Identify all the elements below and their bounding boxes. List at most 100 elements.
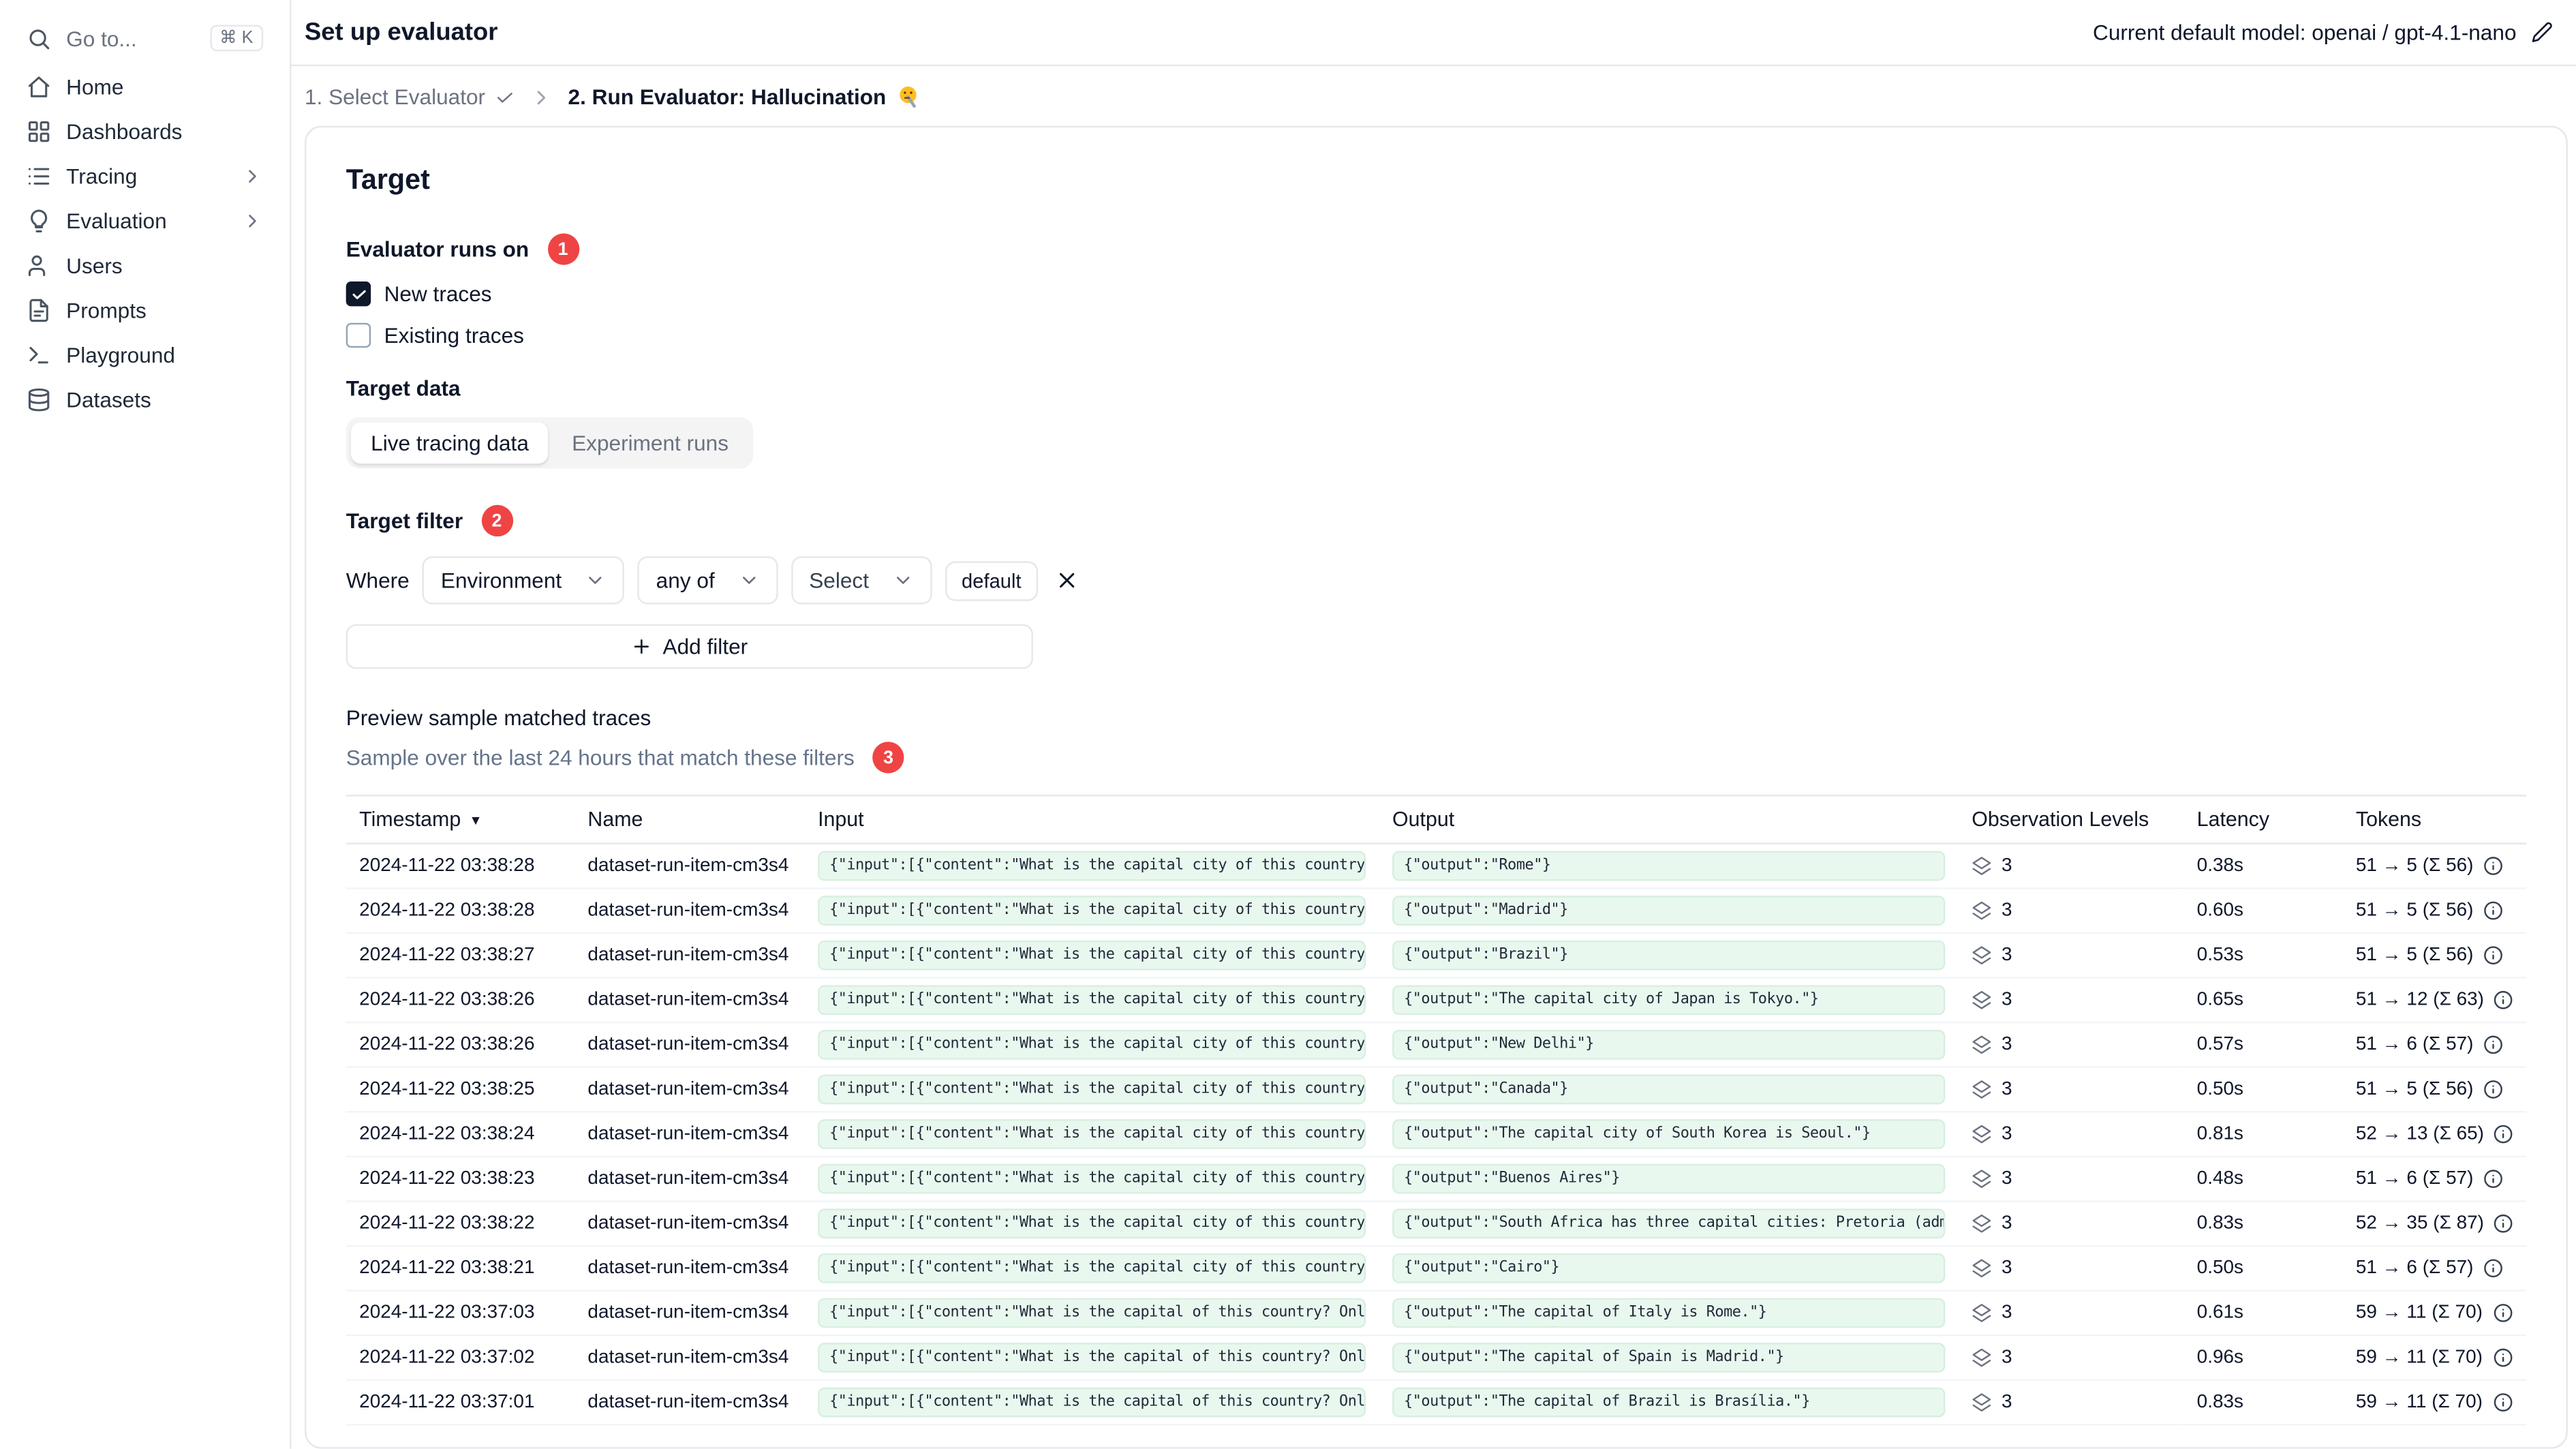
info-icon[interactable] — [2493, 1303, 2513, 1323]
info-icon[interactable] — [2483, 1035, 2503, 1054]
input-cell: {"input":[{"content":"What is the capita… — [818, 851, 1366, 881]
evaluation-icon — [27, 209, 51, 233]
info-icon[interactable] — [2494, 1124, 2514, 1144]
observation-levels-cell: 3 — [1972, 1124, 2171, 1144]
edit-model-icon[interactable] — [2531, 22, 2553, 44]
sidebar-item-evaluation[interactable]: Evaluation — [16, 199, 273, 244]
info-icon[interactable] — [2493, 1347, 2513, 1367]
step-run-evaluator: 2. Run Evaluator: Hallucination — [568, 85, 921, 109]
info-icon[interactable] — [2493, 1392, 2513, 1412]
prompts-icon — [27, 298, 51, 322]
observation-levels-cell: 3 — [1972, 901, 2171, 921]
tab-live-tracing-data[interactable]: Live tracing data — [351, 422, 549, 464]
table-row[interactable]: 2024-11-22 03:38:25 dataset-run-item-cm3s… — [346, 1067, 2527, 1113]
input-cell: {"input":[{"content":"What is the capita… — [818, 1253, 1366, 1283]
name-cell: dataset-run-item-cm3s4 — [574, 1290, 805, 1337]
target-data-label: Target data — [346, 376, 461, 401]
observation-levels-cell: 3 — [1972, 945, 2171, 965]
latency-cell: 0.83s — [2183, 1201, 2343, 1247]
page-title: Set up evaluator — [304, 18, 498, 47]
where-label: Where — [346, 568, 410, 593]
observation-levels-cell: 3 — [1972, 1080, 2171, 1099]
info-icon[interactable] — [2494, 990, 2514, 1010]
levels-icon — [1972, 1258, 1991, 1278]
column-header-input: Input — [804, 796, 1379, 844]
sidebar-item-tracing[interactable]: Tracing — [16, 154, 273, 199]
name-cell: dataset-run-item-cm3s4 — [574, 1335, 805, 1382]
sidebar-item-playground[interactable]: Playground — [16, 333, 273, 378]
sidebar-item-dashboards[interactable]: Dashboards — [16, 109, 273, 154]
info-icon[interactable] — [2483, 945, 2503, 965]
table-row[interactable]: 2024-11-22 03:38:28 dataset-run-item-cm3s… — [346, 888, 2527, 934]
observation-levels-cell: 3 — [1972, 1258, 2171, 1278]
table-row[interactable]: 2024-11-22 03:38:26 dataset-run-item-cm3s… — [346, 977, 2527, 1024]
latency-cell: 0.81s — [2183, 1112, 2343, 1158]
table-row[interactable]: 2024-11-22 03:37:01 dataset-run-item-cm3s… — [346, 1379, 2527, 1426]
remove-filter-icon[interactable] — [1054, 568, 1079, 592]
unchecked-checkbox-icon — [346, 322, 371, 348]
info-icon[interactable] — [2483, 1258, 2503, 1278]
traces-table: Timestamp ▼ Name Input Output Observation Lev… — [346, 796, 2527, 1426]
observation-levels-cell: 3 — [1972, 1169, 2171, 1189]
output-cell: {"output":"New Delhi"} — [1392, 1030, 1946, 1060]
step-select-evaluator[interactable]: 1. Select Evaluator — [305, 85, 515, 109]
preview-title: Preview sample matched traces — [346, 705, 651, 731]
checkbox-existing-traces[interactable]: Existing traces — [346, 322, 2526, 348]
filter-operator-select[interactable]: any of — [637, 556, 778, 605]
input-cell: {"input":[{"content":"What is the capita… — [818, 1208, 1366, 1239]
table-row[interactable]: 2024-11-22 03:38:23 dataset-run-item-cm3s… — [346, 1156, 2527, 1202]
hallucination-emoji-icon — [896, 85, 921, 109]
runs-on-options: New traces Existing traces — [346, 281, 2526, 348]
target-data-tabs: Live tracing data Experiment runs — [346, 417, 754, 469]
output-cell: {"output":"The capital of Spain is Madri… — [1392, 1343, 1946, 1373]
info-icon[interactable] — [2483, 856, 2503, 876]
latency-cell: 0.50s — [2183, 1246, 2343, 1292]
tracing-icon — [27, 164, 51, 189]
sidebar-item-users[interactable]: Users — [16, 243, 273, 288]
table-row[interactable]: 2024-11-22 03:38:28 dataset-run-item-cm3s… — [346, 843, 2527, 889]
preview-subtitle: Sample over the last 24 hours that match… — [346, 745, 855, 770]
observation-levels-cell: 3 — [1972, 1347, 2171, 1368]
check-icon — [495, 87, 515, 107]
latency-cell: 0.83s — [2183, 1379, 2343, 1426]
timestamp-cell: 2024-11-22 03:38:26 — [346, 977, 574, 1024]
preview-subtitle-row: Sample over the last 24 hours that match… — [346, 742, 2526, 774]
table-row[interactable]: 2024-11-22 03:37:02 dataset-run-item-cm3s… — [346, 1335, 2527, 1382]
goto-search[interactable]: Go to... ⌘ K — [16, 15, 273, 61]
home-icon — [27, 74, 51, 99]
filter-value-select[interactable]: Select — [791, 556, 932, 605]
filter-builder: Where Environment any of Select default … — [346, 556, 1075, 669]
info-icon[interactable] — [2483, 1169, 2503, 1189]
dashboards-icon — [27, 119, 51, 144]
plus-icon — [631, 636, 653, 658]
column-header-timestamp[interactable]: Timestamp ▼ — [346, 796, 574, 844]
add-filter-button[interactable]: Add filter — [346, 624, 1033, 669]
info-icon[interactable] — [2494, 1214, 2514, 1234]
sidebar-item-datasets[interactable]: Datasets — [16, 378, 273, 423]
info-icon[interactable] — [2483, 1080, 2503, 1099]
table-row[interactable]: 2024-11-22 03:38:24 dataset-run-item-cm3s… — [346, 1112, 2527, 1158]
table-row[interactable]: 2024-11-22 03:38:22 dataset-run-item-cm3s… — [346, 1201, 2527, 1247]
checkbox-new-traces[interactable]: New traces — [346, 281, 2526, 307]
target-heading: Target — [346, 164, 430, 196]
table-row[interactable]: 2024-11-22 03:37:03 dataset-run-item-cm3s… — [346, 1290, 2527, 1337]
keyboard-shortcut: ⌘ K — [209, 25, 264, 52]
output-cell: {"output":"The capital city of South Kor… — [1392, 1119, 1946, 1149]
traces-table-body: 2024-11-22 03:38:28 dataset-run-item-cm3s… — [346, 843, 2527, 1426]
sidebar-item-prompts[interactable]: Prompts — [16, 288, 273, 333]
breadcrumb: 1. Select Evaluator 2. Run Evaluator: Ha… — [292, 66, 2576, 125]
name-cell: dataset-run-item-cm3s4 — [574, 1246, 805, 1292]
latency-cell: 0.53s — [2183, 932, 2343, 979]
tokens-cell: 52 → 35 (Σ 87) — [2356, 1214, 2526, 1234]
tab-experiment-runs[interactable]: Experiment runs — [552, 422, 748, 463]
name-cell: dataset-run-item-cm3s4 — [574, 1022, 805, 1068]
target-filter-label: Target filter — [346, 508, 463, 534]
latency-cell: 0.57s — [2183, 1022, 2343, 1068]
filter-column-select[interactable]: Environment — [423, 556, 625, 605]
table-row[interactable]: 2024-11-22 03:38:26 dataset-run-item-cm3s… — [346, 1022, 2527, 1068]
table-row[interactable]: 2024-11-22 03:38:27 dataset-run-item-cm3s… — [346, 932, 2527, 979]
table-row[interactable]: 2024-11-22 03:38:21 dataset-run-item-cm3s… — [346, 1246, 2527, 1292]
levels-icon — [1972, 1392, 1991, 1412]
info-icon[interactable] — [2483, 901, 2503, 921]
sidebar-item-home[interactable]: Home — [16, 65, 273, 110]
